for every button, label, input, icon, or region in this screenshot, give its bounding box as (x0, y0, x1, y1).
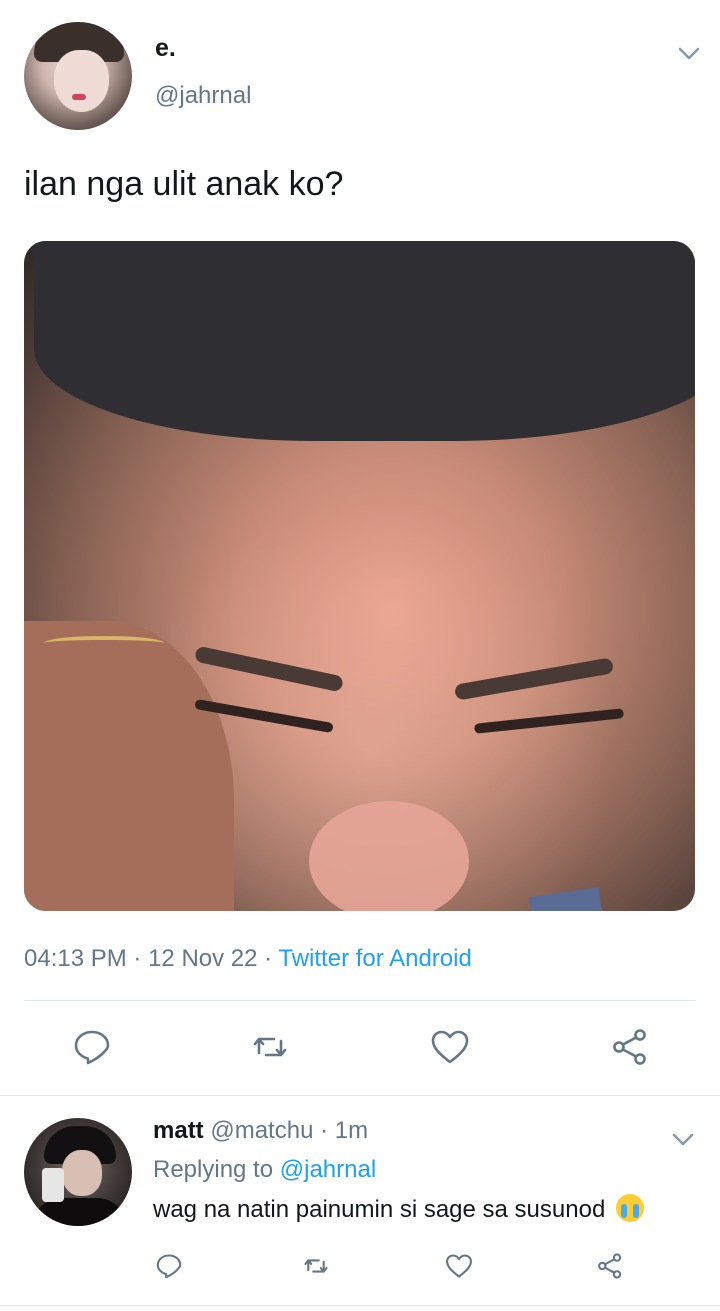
heart-icon (446, 1254, 472, 1278)
reply-button[interactable] (70, 1025, 114, 1069)
reply-body: wag na natin painumin si sage sa susunod (153, 1196, 606, 1223)
tweet-time: 04:13 PM (24, 945, 127, 972)
author-display-name[interactable]: e. (155, 34, 176, 63)
reply-retweet-button[interactable] (294, 1244, 338, 1288)
loudly-crying-face-icon (615, 1194, 644, 1222)
reply-author-handle[interactable]: @matchu (210, 1117, 313, 1144)
share-button[interactable] (608, 1025, 652, 1069)
retweet-icon (253, 1037, 287, 1057)
reply-share-button[interactable] (588, 1244, 632, 1288)
reply-age: 1m (334, 1117, 369, 1144)
meta-separator: · (320, 1117, 329, 1144)
meta-separator: · (264, 945, 273, 972)
reply-text: wag na natin painumin si sage sa susunod (153, 1194, 644, 1224)
author-handle[interactable]: @jahrnal (155, 82, 251, 110)
like-button[interactable] (428, 1025, 472, 1069)
tweet-date: 12 Nov 22 (148, 945, 258, 972)
heart-icon (431, 1030, 469, 1064)
retweet-button[interactable] (248, 1025, 292, 1069)
share-icon (598, 1253, 622, 1279)
reply-icon (74, 1030, 110, 1065)
reply-author-avatar[interactable] (24, 1118, 132, 1226)
chevron-down-icon[interactable] (676, 40, 702, 66)
share-icon (613, 1029, 646, 1065)
reply-header: matt @matchu · 1m (153, 1117, 368, 1145)
divider (24, 1000, 696, 1001)
replying-to-line: Replying to @jahrnal (153, 1156, 376, 1184)
tweet-header: e. @jahrnal (0, 0, 720, 140)
reply-like-button[interactable] (437, 1244, 481, 1288)
tweet-source-link[interactable]: Twitter for Android (278, 945, 471, 972)
replying-mention-link[interactable]: @jahrnal (280, 1156, 376, 1183)
reply-author-name[interactable]: matt (153, 1117, 204, 1144)
divider (0, 1305, 720, 1306)
author-avatar[interactable] (24, 22, 132, 130)
reply-reply-button[interactable] (147, 1244, 191, 1288)
chevron-down-icon[interactable] (670, 1126, 696, 1152)
tweet-media-photo[interactable] (24, 241, 695, 911)
retweet-icon (304, 1259, 328, 1273)
reply-icon (156, 1254, 182, 1279)
tweet-meta: 04:13 PM · 12 Nov 22 · Twitter for Andro… (24, 945, 472, 973)
divider (0, 1095, 720, 1096)
replying-label: Replying to (153, 1156, 274, 1183)
tweet-text: ilan nga ulit anak ko? (24, 165, 344, 203)
